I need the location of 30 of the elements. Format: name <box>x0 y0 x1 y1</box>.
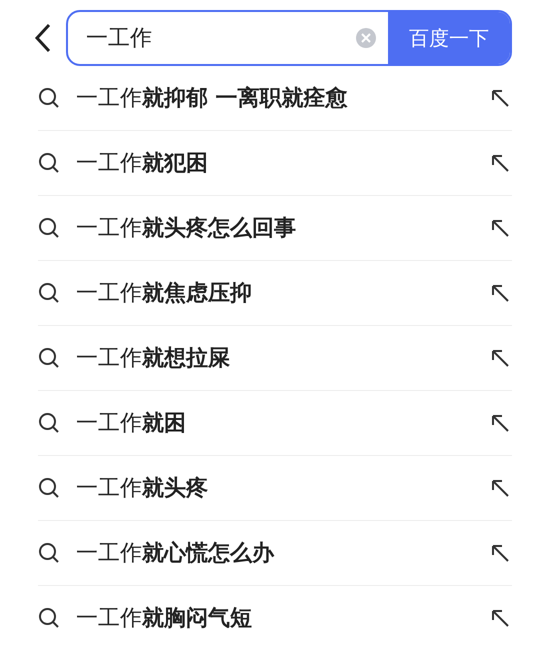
suggestion-text[interactable]: 一工作就胸闷气短 <box>76 602 490 634</box>
fill-arrow-icon[interactable] <box>490 153 510 173</box>
suggestion-text[interactable]: 一工作就心慌怎么办 <box>76 536 490 570</box>
fill-arrow-icon[interactable] <box>490 543 510 563</box>
search-button[interactable]: 百度一下 <box>388 12 510 64</box>
search-icon <box>38 87 60 109</box>
search-icon <box>38 477 60 499</box>
fill-arrow-icon[interactable] <box>490 218 510 238</box>
search-icon <box>38 607 60 629</box>
search-icon <box>38 412 60 434</box>
fill-arrow-icon[interactable] <box>490 413 510 433</box>
suggestion-text[interactable]: 一工作就困 <box>76 406 490 440</box>
search-icon <box>38 217 60 239</box>
search-field[interactable]: 一工作 百度一下 <box>66 10 512 66</box>
search-icon <box>38 282 60 304</box>
search-icon <box>38 152 60 174</box>
suggestion-text[interactable]: 一工作就焦虑压抑 <box>76 276 490 310</box>
suggestion-text[interactable]: 一工作就头疼 <box>76 472 490 504</box>
fill-arrow-icon[interactable] <box>490 283 510 303</box>
suggestion-text[interactable]: 一工作就抑郁 一离职就痊愈 <box>76 82 490 114</box>
suggestion-text[interactable]: 一工作就犯困 <box>76 146 490 180</box>
fill-arrow-icon[interactable] <box>490 478 510 498</box>
suggestion-text[interactable]: 一工作就头疼怎么回事 <box>76 212 490 244</box>
search-icon <box>38 542 60 564</box>
suggestion-text[interactable]: 一工作就想拉屎 <box>76 342 490 374</box>
search-icon <box>38 347 60 369</box>
search-value: 一工作 <box>85 24 153 52</box>
fill-arrow-icon[interactable] <box>490 88 510 108</box>
fill-arrow-icon[interactable] <box>490 608 510 628</box>
fill-arrow-icon[interactable] <box>490 348 510 368</box>
